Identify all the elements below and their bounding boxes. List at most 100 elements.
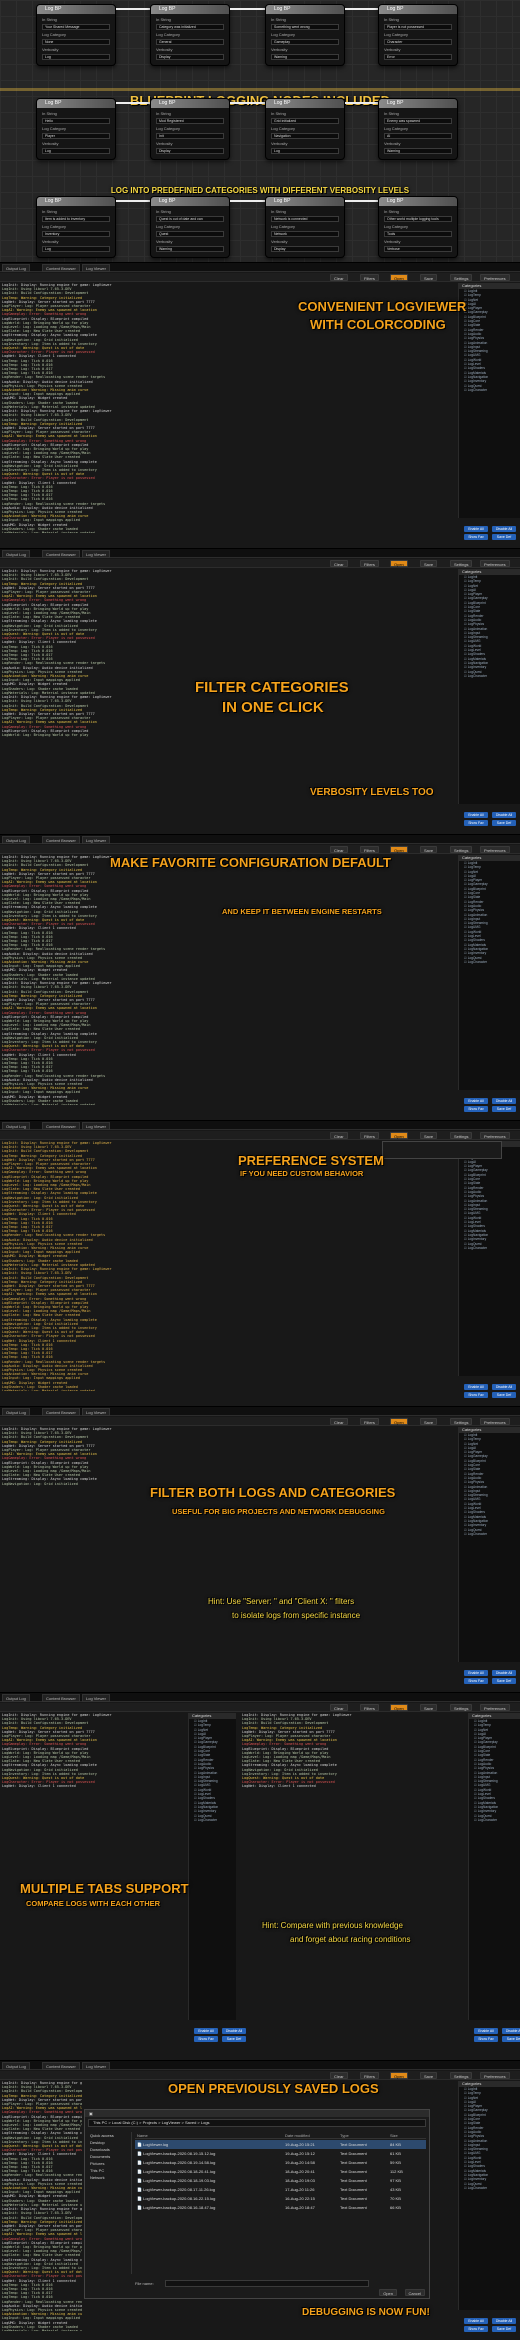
- toolbar-button[interactable]: Clear: [330, 1704, 348, 1711]
- toolbar-button[interactable]: Preferences: [480, 274, 510, 281]
- verbosity-dropdown[interactable]: Warning: [271, 54, 339, 60]
- editor-tab[interactable]: Output Log: [2, 1408, 30, 1416]
- log-bp-node[interactable]: Log BP In String Something went wrong Log C…: [265, 4, 345, 66]
- verbosity-dropdown[interactable]: Display: [271, 246, 339, 252]
- toolbar-button[interactable]: Open: [390, 2072, 408, 2079]
- verbosity-dropdown[interactable]: Log: [42, 148, 110, 154]
- in-string-field[interactable]: Grid initialized: [271, 118, 339, 124]
- category-item[interactable]: ☑ LogCharacter: [459, 388, 520, 392]
- category-action-button[interactable]: Enable All: [464, 1670, 488, 1676]
- toolbar-button[interactable]: Filters: [360, 2072, 379, 2079]
- toolbar-button[interactable]: Filters: [360, 1418, 379, 1425]
- tab-output-log[interactable]: Output Log: [2, 264, 30, 272]
- toolbar-button[interactable]: Clear: [330, 846, 348, 853]
- category-item[interactable]: ☑ LogCharacter: [459, 674, 520, 678]
- in-string-field[interactable]: Your Shared Message: [42, 24, 110, 30]
- category-action-button[interactable]: Show Fav: [464, 534, 488, 540]
- toolbar-button[interactable]: Clear: [330, 1132, 348, 1139]
- in-string-field[interactable]: Something went wrong: [271, 24, 339, 30]
- file-row[interactable]: 📄 LogViewer-backup-2020.08.16-18.47.log 1…: [135, 2203, 426, 2212]
- toolbar-button[interactable]: Save: [420, 1704, 438, 1711]
- category-action-button[interactable]: Save Def: [492, 1106, 516, 1112]
- editor-tab[interactable]: Log Viewer: [82, 1122, 110, 1130]
- category-dropdown[interactable]: Player: [42, 133, 110, 139]
- category-action-button[interactable]: Save Def: [492, 1678, 516, 1684]
- log-bp-node[interactable]: Log BP In String Player is not possessed Lo…: [378, 4, 458, 66]
- category-dropdown[interactable]: Character: [384, 39, 452, 45]
- col-name[interactable]: Name: [137, 2132, 148, 2139]
- file-row[interactable]: 📄 LogViewer-backup-2020.08.17-11.26.log 1…: [135, 2185, 426, 2194]
- category-dropdown[interactable]: None: [42, 39, 110, 45]
- verbosity-dropdown[interactable]: Log: [42, 246, 110, 252]
- category-action-button[interactable]: Show Fav: [464, 2326, 488, 2332]
- category-item[interactable]: ☑ LogCharacter: [189, 1818, 236, 1822]
- toolbar-button[interactable]: Save: [420, 560, 438, 567]
- toolbar-button[interactable]: Settings: [450, 2072, 473, 2079]
- editor-tab[interactable]: Content Browser: [42, 2062, 80, 2070]
- in-string-field[interactable]: Item is added to inventory: [42, 216, 110, 222]
- category-dropdown[interactable]: Navigation: [271, 133, 339, 139]
- toolbar-button[interactable]: Filters: [360, 1132, 379, 1139]
- col-date[interactable]: Date modified: [285, 2132, 310, 2139]
- open-button[interactable]: Open: [379, 2289, 397, 2296]
- log-bp-node[interactable]: Log BP In String Other world multiple logg…: [378, 196, 458, 258]
- dialog-sidebar-item[interactable]: This PC: [88, 2167, 131, 2174]
- toolbar-button[interactable]: Open: [390, 1418, 408, 1425]
- log-bp-node[interactable]: Log BP In String Network is connected Log C…: [265, 196, 345, 258]
- file-row[interactable]: 📄 LogViewer-backup-2020.08.18-20.41.log 1…: [135, 2167, 426, 2176]
- category-action-button[interactable]: Save Def: [502, 2036, 520, 2042]
- editor-tab[interactable]: Log Viewer: [82, 1408, 110, 1416]
- toolbar-button[interactable]: Settings: [450, 560, 473, 567]
- verbosity-dropdown[interactable]: Log: [271, 148, 339, 154]
- editor-tab[interactable]: Log Viewer: [82, 1694, 110, 1702]
- editor-tab[interactable]: Content Browser: [42, 1408, 80, 1416]
- verbosity-dropdown[interactable]: Log: [42, 54, 110, 60]
- toolbar-button[interactable]: Filters: [360, 560, 379, 567]
- log-bp-node[interactable]: Log BP In String Category was initialized L…: [150, 4, 230, 66]
- editor-tab[interactable]: Content Browser: [42, 1122, 80, 1130]
- category-action-button[interactable]: Show Fav: [464, 1678, 488, 1684]
- file-row[interactable]: 📄 LogViewer-backup-2020.08.18-19.03.log 1…: [135, 2176, 426, 2185]
- category-action-button[interactable]: Save Def: [492, 820, 516, 826]
- toolbar-button[interactable]: Save: [420, 846, 438, 853]
- filename-input[interactable]: [165, 2280, 369, 2287]
- dialog-sidebar-item[interactable]: Downloads: [88, 2146, 131, 2153]
- toolbar-button[interactable]: Settings: [450, 1418, 473, 1425]
- category-dropdown[interactable]: Init: [156, 133, 224, 139]
- file-row[interactable]: 📄 LogViewer-backup-2020.08.16-22.15.log 1…: [135, 2194, 426, 2203]
- cancel-button[interactable]: Cancel: [404, 2289, 425, 2296]
- category-action-button[interactable]: Save Def: [222, 2036, 246, 2042]
- log-bp-node[interactable]: Log BP In String Mod Registered Log Categor…: [150, 98, 230, 160]
- toolbar-button[interactable]: Preferences: [480, 1704, 510, 1711]
- dialog-sidebar-item[interactable]: Desktop: [88, 2139, 131, 2146]
- dialog-sidebar-item[interactable]: Quick access: [88, 2132, 131, 2139]
- category-action-button[interactable]: Disable All: [492, 812, 516, 818]
- toolbar-button[interactable]: Settings: [450, 1704, 473, 1711]
- verbosity-dropdown[interactable]: Warning: [156, 246, 224, 252]
- log-bp-node[interactable]: Log BP In String Enemy was spawned Log Cate…: [378, 98, 458, 160]
- editor-tab[interactable]: Output Log: [2, 1694, 30, 1702]
- category-action-button[interactable]: Show Fav: [464, 1392, 488, 1398]
- dialog-sidebar-item[interactable]: Pictures: [88, 2160, 131, 2167]
- in-string-field[interactable]: Category was initialized: [156, 24, 224, 30]
- col-size[interactable]: Size: [390, 2132, 398, 2139]
- editor-tab[interactable]: Output Log: [2, 1122, 30, 1130]
- category-action-button[interactable]: Disable All: [492, 1384, 516, 1390]
- toolbar-button[interactable]: Filters: [360, 846, 379, 853]
- editor-tab[interactable]: Output Log: [2, 836, 30, 844]
- toolbar-button[interactable]: Preferences: [480, 1132, 510, 1139]
- dialog-sidebar-item[interactable]: Network: [88, 2174, 131, 2181]
- category-action-button[interactable]: Disable All: [502, 2028, 520, 2034]
- log-bp-node[interactable]: Log BP In String Grid initialized Log Categ…: [265, 98, 345, 160]
- category-action-button[interactable]: Enable All: [464, 1384, 488, 1390]
- toolbar-button[interactable]: Filters: [360, 1704, 379, 1711]
- file-row[interactable]: 📄 LogViewer.log 19-Aug-20 15:21 Text Docum…: [135, 2140, 426, 2149]
- log-bp-node[interactable]: Log BP In String Item is added to inventor…: [36, 196, 116, 258]
- verbosity-dropdown[interactable]: Display: [156, 148, 224, 154]
- toolbar-button[interactable]: Clear: [330, 274, 348, 281]
- in-string-field[interactable]: Other world multiple logging tools: [384, 216, 452, 222]
- category-action-button[interactable]: Show Fav: [464, 1106, 488, 1112]
- col-type[interactable]: Type: [340, 2132, 349, 2139]
- in-string-field[interactable]: Enemy was spawned: [384, 118, 452, 124]
- category-dropdown[interactable]: Tools: [384, 231, 452, 237]
